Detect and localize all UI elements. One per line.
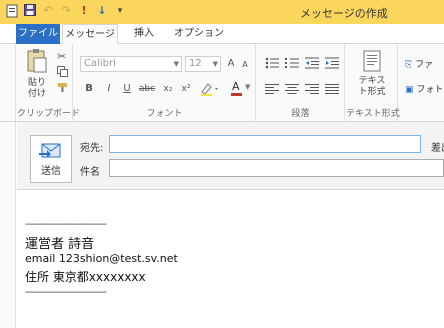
clipboard-group: 貼り付け ✂ クリップボード (17, 44, 81, 122)
strikethrough-button[interactable]: abc (138, 82, 156, 96)
tab-message[interactable]: メッセージ (62, 24, 118, 44)
font-name-select[interactable]: Calibri ▼ (80, 56, 182, 72)
paperclip-icon: ⎘ (405, 60, 413, 70)
to-field[interactable] (109, 135, 421, 153)
align-center-icon[interactable] (285, 83, 299, 98)
paragraph-group-label: 段落 (291, 109, 310, 119)
paragraph-group: 段落 (257, 44, 345, 122)
grow-font-icon[interactable]: A (224, 57, 238, 71)
decrease-indent-icon[interactable] (305, 57, 319, 72)
paste-button[interactable]: 貼り付け (21, 48, 53, 100)
font-group-label: フォント (146, 109, 183, 119)
font-color-button[interactable]: A ▼ (230, 80, 252, 96)
window-title: メッセージの作成 (300, 7, 388, 20)
align-right-icon[interactable] (305, 83, 319, 98)
tab-options[interactable]: オプション (166, 24, 232, 44)
save-icon[interactable] (24, 4, 36, 18)
send-button[interactable]: 送信 (30, 135, 72, 183)
shrink-font-icon[interactable]: A (238, 58, 252, 72)
photo-icon: ▣ (405, 85, 414, 95)
tab-file[interactable]: ファイル (16, 24, 60, 44)
bold-button[interactable]: B (82, 82, 96, 96)
body-address-line: 住所 東京都xxxxxxxx (25, 270, 146, 284)
align-left-icon[interactable] (265, 83, 279, 98)
title-bar: ↶ ↷ ! ↓ ▾ メッセージの作成 (0, 0, 444, 24)
paste-icon (27, 49, 47, 73)
body-separator-top: ------------------------------- (25, 219, 107, 230)
subject-label: 件名 (80, 167, 100, 178)
body-email-line: email 123shion@test.sv.net (25, 252, 178, 265)
font-size-value: 12 (189, 58, 202, 69)
justify-icon[interactable] (325, 83, 339, 98)
format-painter-icon[interactable] (57, 82, 68, 96)
quick-access-toolbar: ↶ ↷ ! ↓ ▾ (6, 4, 126, 18)
photo-label: フォト (416, 85, 444, 95)
highlight-color-icon[interactable] (200, 82, 222, 99)
send-icon (39, 143, 61, 158)
undo-icon[interactable]: ↶ (42, 4, 54, 18)
italic-button[interactable]: I (102, 82, 116, 96)
high-importance-icon[interactable]: ! (78, 4, 90, 18)
text-format-button[interactable]: テキスト形式 (350, 50, 394, 98)
font-group: Calibri ▼ 12 ▼ A A B I U abc x₂ x² A ▼ フ… (74, 44, 256, 122)
copy-icon[interactable] (57, 66, 68, 80)
text-format-group-label: テキスト形式 (346, 109, 400, 119)
new-window-icon[interactable] (6, 4, 18, 18)
attach-file-label: ファ (415, 60, 434, 70)
compose-header: 送信 宛先: 差出 件名 (17, 122, 444, 190)
left-strip (0, 122, 16, 328)
chevron-down-icon: ▼ (212, 60, 218, 68)
customize-chevron-icon[interactable]: ▾ (114, 4, 126, 18)
chevron-down-icon: ▼ (245, 83, 251, 91)
body-operator-line: 運営者 詩音 (25, 237, 95, 252)
numbering-icon[interactable] (285, 57, 299, 72)
message-body[interactable]: ------------------------------- 運営者 詩音 e… (17, 191, 444, 328)
to-label[interactable]: 宛先: (80, 139, 103, 154)
font-color-bar (231, 93, 242, 96)
font-color-label: A (232, 80, 240, 93)
paste-label: 貼り付け (28, 78, 47, 99)
text-format-label: テキスト形式 (358, 76, 386, 97)
underline-button[interactable]: U (120, 82, 134, 96)
clipboard-group-label: クリップボード (17, 109, 81, 119)
text-format-icon (363, 50, 381, 72)
font-size-select[interactable]: 12 ▼ (185, 56, 221, 72)
from-label[interactable]: 差出 (431, 139, 444, 154)
attach-file-button[interactable]: ⎘ ファ (405, 57, 433, 70)
body-separator-bottom: ------------------------------- (25, 287, 107, 298)
include-group: ⎘ ファ ▣ フォト (399, 44, 444, 122)
ribbon-left-edge (0, 44, 16, 122)
low-importance-icon[interactable]: ↓ (96, 4, 108, 18)
cut-icon[interactable]: ✂ (57, 50, 66, 63)
subject-field[interactable] (109, 159, 444, 177)
photo-button[interactable]: ▣ フォト (405, 82, 443, 95)
font-name-value: Calibri (84, 58, 116, 69)
subscript-button[interactable]: x₂ (160, 82, 176, 96)
ribbon: 貼り付け ✂ クリップボード Calibri ▼ 12 ▼ A A B I U … (0, 44, 444, 122)
tab-insert[interactable]: 挿入 (126, 24, 162, 44)
increase-indent-icon[interactable] (325, 57, 339, 72)
superscript-button[interactable]: x² (178, 82, 194, 96)
chevron-down-icon: ▼ (173, 60, 179, 68)
send-label: 送信 (41, 166, 61, 177)
text-format-group: テキスト形式 テキスト形式 (346, 44, 400, 122)
bullets-icon[interactable] (265, 57, 279, 72)
redo-icon[interactable]: ↷ (60, 4, 72, 18)
ribbon-tabs: ファイル メッセージ 挿入 オプション (0, 24, 444, 44)
